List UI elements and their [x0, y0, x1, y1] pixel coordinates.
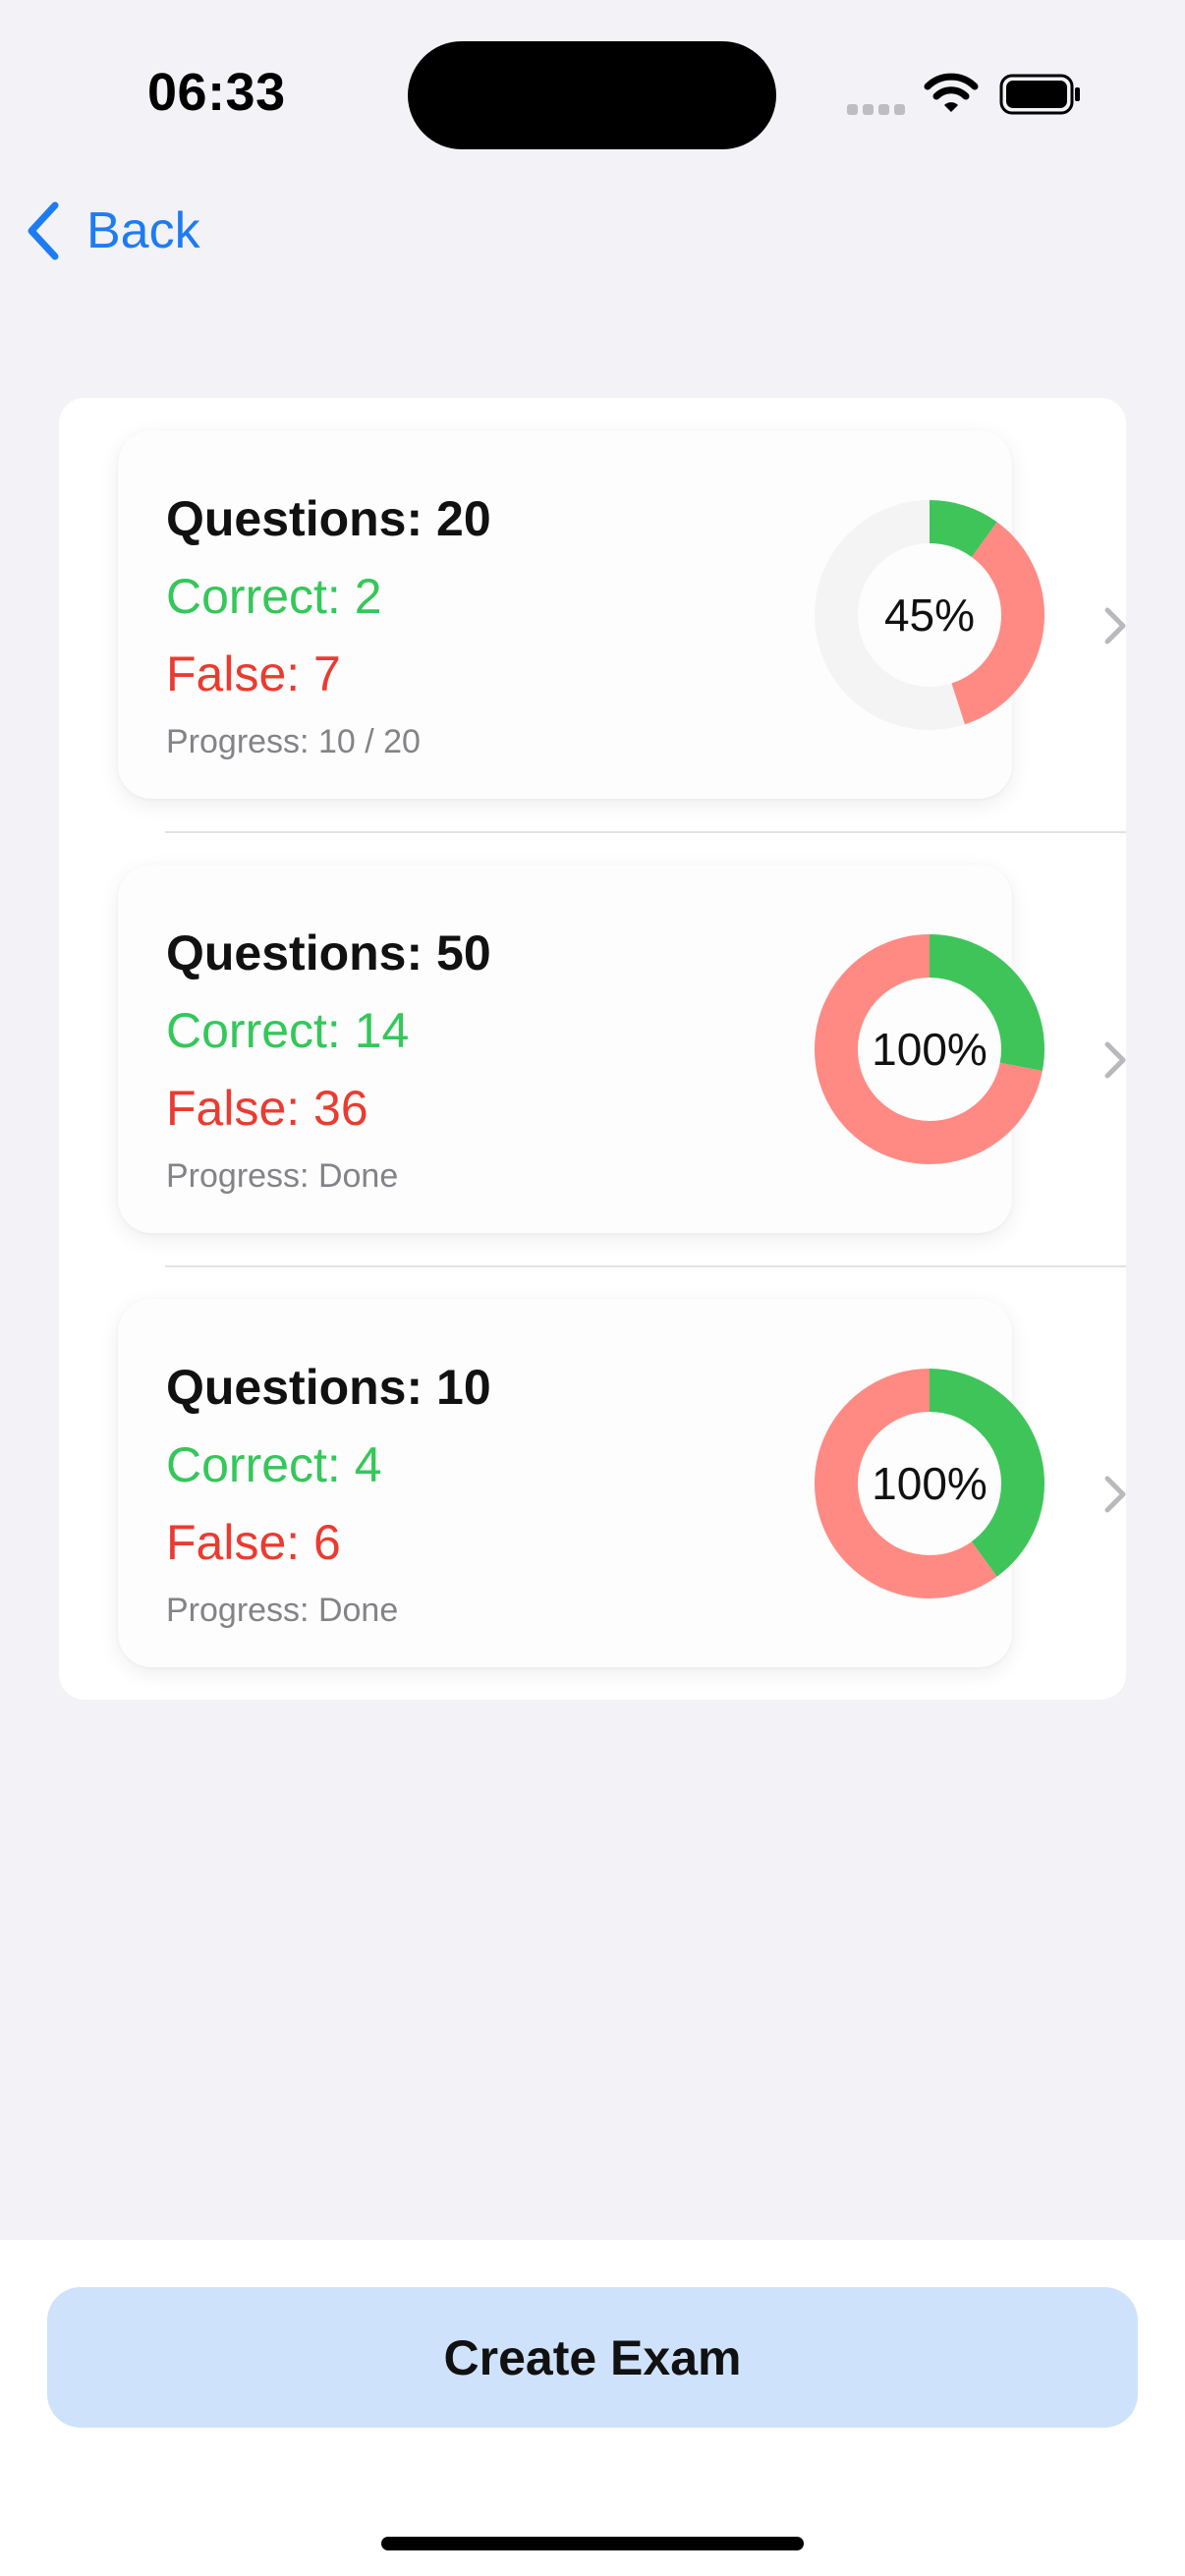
false-count: False: 36 — [166, 1081, 368, 1136]
progress-text: Progress: Done — [166, 1592, 399, 1629]
exam-card[interactable]: Questions: 50 Correct: 14 False: 36 Prog… — [118, 865, 1126, 1233]
questions-count: Questions: 50 — [166, 925, 491, 980]
back-label: Back — [86, 202, 200, 259]
donut-percent-label: 45% — [883, 589, 976, 641]
status-bar: 06:33 — [0, 0, 1185, 187]
correct-count: Correct: 14 — [166, 1003, 410, 1058]
false-count: False: 6 — [166, 1515, 341, 1570]
donut-percent-label: 100% — [872, 1024, 988, 1075]
create-exam-button[interactable]: Create Exam — [47, 2287, 1138, 2428]
progress-text: Progress: 10 / 20 — [166, 723, 421, 760]
progress-text: Progress: Done — [166, 1157, 399, 1195]
bottom-panel: Create Exam — [0, 2240, 1185, 2576]
exam-list: Questions: 20 Correct: 2 False: 7 Progre… — [59, 398, 1126, 1700]
questions-count: Questions: 20 — [166, 491, 491, 546]
exam-details: Questions: 20 Correct: 2 False: 7 Progre… — [166, 479, 491, 770]
home-indicator — [381, 2537, 804, 2550]
dynamic-island — [408, 41, 776, 149]
score-donut-chart: 100% — [814, 1368, 1045, 1599]
exam-row[interactable]: Questions: 50 Correct: 14 False: 36 Prog… — [59, 832, 1126, 1267]
exam-row[interactable]: Questions: 20 Correct: 2 False: 7 Progre… — [59, 398, 1126, 833]
donut-percent-label: 100% — [872, 1458, 988, 1509]
chevron-right-icon — [1104, 1476, 1126, 1513]
correct-count: Correct: 4 — [166, 1437, 382, 1492]
exam-card[interactable]: Questions: 10 Correct: 4 False: 6 Progre… — [118, 1299, 1126, 1667]
chevron-left-icon — [28, 201, 59, 260]
false-count: False: 7 — [166, 646, 341, 701]
exam-card[interactable]: Questions: 20 Correct: 2 False: 7 Progre… — [118, 430, 1126, 799]
exam-details: Questions: 50 Correct: 14 False: 36 Prog… — [166, 914, 491, 1204]
cellular-signal-icon — [847, 104, 906, 116]
status-time: 06:33 — [147, 63, 286, 122]
chevron-right-icon — [1104, 1041, 1126, 1079]
exam-row[interactable]: Questions: 10 Correct: 4 False: 6 Progre… — [59, 1266, 1126, 1700]
correct-count: Correct: 2 — [166, 569, 382, 624]
chevron-right-icon — [1104, 607, 1126, 644]
wifi-icon — [924, 73, 979, 112]
questions-count: Questions: 10 — [166, 1360, 491, 1415]
score-donut-chart: 45% — [814, 499, 1045, 731]
score-donut-chart: 100% — [814, 933, 1045, 1165]
battery-icon — [999, 74, 1080, 115]
exam-details: Questions: 10 Correct: 4 False: 6 Progre… — [166, 1348, 491, 1639]
back-button[interactable]: Back — [22, 196, 200, 265]
